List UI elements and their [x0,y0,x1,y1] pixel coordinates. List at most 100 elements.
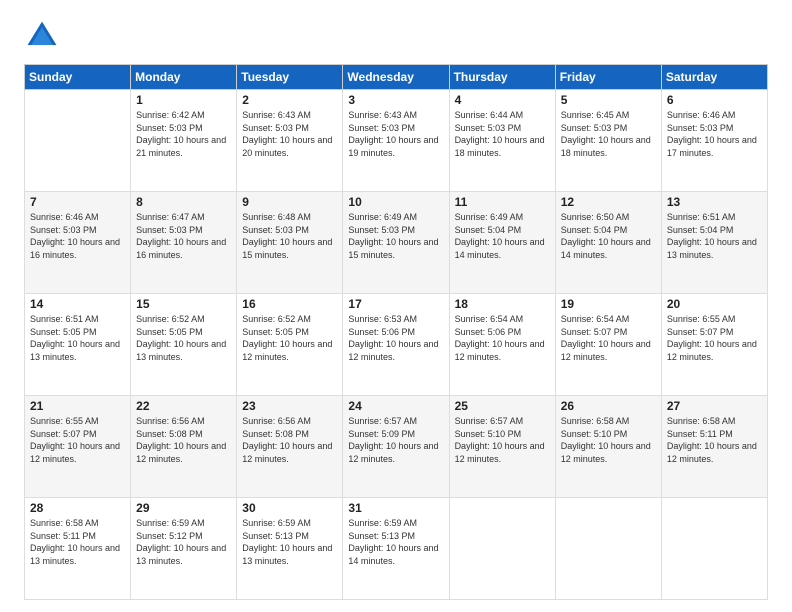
calendar-cell: 6Sunrise: 6:46 AMSunset: 5:03 PMDaylight… [661,90,767,192]
cell-sun-info: Sunrise: 6:46 AMSunset: 5:03 PMDaylight:… [30,211,125,261]
day-header-saturday: Saturday [661,65,767,90]
cell-sun-info: Sunrise: 6:59 AMSunset: 5:13 PMDaylight:… [348,517,443,567]
calendar-cell: 16 Sunrise: 6:52 AMSunset: 5:05 PMDayligh… [237,294,343,396]
cell-sun-info: Sunrise: 6:56 AMSunset: 5:08 PMDaylight:… [136,415,231,465]
cell-day-number: 24 [348,399,443,413]
calendar-cell: 12Sunrise: 6:50 AMSunset: 5:04 PMDayligh… [555,192,661,294]
cell-day-number: 19 [561,297,656,311]
cell-day-number: 14 [30,297,125,311]
calendar-cell: 7 Sunrise: 6:46 AMSunset: 5:03 PMDaylight… [25,192,131,294]
calendar-week-row: 14 Sunrise: 6:51 AMSunset: 5:05 PMDayligh… [25,294,768,396]
cell-sun-info: Sunrise: 6:45 AMSunset: 5:03 PMDaylight:… [561,109,656,159]
calendar-cell: 4 Sunrise: 6:44 AMSunset: 5:03 PMDaylight… [449,90,555,192]
cell-day-number: 17 [348,297,443,311]
header [24,18,768,54]
calendar-cell: 10 Sunrise: 6:49 AMSunset: 5:03 PMDayligh… [343,192,449,294]
calendar-cell: 27Sunrise: 6:58 AMSunset: 5:11 PMDayligh… [661,396,767,498]
cell-day-number: 18 [455,297,550,311]
cell-day-number: 26 [561,399,656,413]
calendar-cell: 11 Sunrise: 6:49 AMSunset: 5:04 PMDayligh… [449,192,555,294]
cell-day-number: 15 [136,297,231,311]
cell-day-number: 5 [561,93,656,107]
day-header-wednesday: Wednesday [343,65,449,90]
cell-day-number: 21 [30,399,125,413]
calendar-cell: 14 Sunrise: 6:51 AMSunset: 5:05 PMDayligh… [25,294,131,396]
cell-day-number: 31 [348,501,443,515]
calendar-week-row: 7 Sunrise: 6:46 AMSunset: 5:03 PMDaylight… [25,192,768,294]
cell-day-number: 25 [455,399,550,413]
calendar-cell [25,90,131,192]
cell-day-number: 13 [667,195,762,209]
cell-sun-info: Sunrise: 6:46 AMSunset: 5:03 PMDaylight:… [667,109,762,159]
cell-day-number: 4 [455,93,550,107]
logo-icon [24,18,60,54]
calendar-table: SundayMondayTuesdayWednesdayThursdayFrid… [24,64,768,600]
cell-day-number: 29 [136,501,231,515]
cell-day-number: 30 [242,501,337,515]
calendar-week-row: 28 Sunrise: 6:58 AMSunset: 5:11 PMDayligh… [25,498,768,600]
cell-sun-info: Sunrise: 6:58 AMSunset: 5:10 PMDaylight:… [561,415,656,465]
cell-day-number: 20 [667,297,762,311]
cell-sun-info: Sunrise: 6:54 AMSunset: 5:06 PMDaylight:… [455,313,550,363]
calendar-cell: 29 Sunrise: 6:59 AMSunset: 5:12 PMDayligh… [131,498,237,600]
cell-sun-info: Sunrise: 6:43 AMSunset: 5:03 PMDaylight:… [242,109,337,159]
calendar-cell: 22 Sunrise: 6:56 AMSunset: 5:08 PMDayligh… [131,396,237,498]
cell-sun-info: Sunrise: 6:52 AMSunset: 5:05 PMDaylight:… [136,313,231,363]
calendar-cell: 15 Sunrise: 6:52 AMSunset: 5:05 PMDayligh… [131,294,237,396]
cell-sun-info: Sunrise: 6:56 AMSunset: 5:08 PMDaylight:… [242,415,337,465]
cell-sun-info: Sunrise: 6:58 AMSunset: 5:11 PMDaylight:… [30,517,125,567]
calendar-cell: 23Sunrise: 6:56 AMSunset: 5:08 PMDayligh… [237,396,343,498]
calendar-header-row: SundayMondayTuesdayWednesdayThursdayFrid… [25,65,768,90]
cell-sun-info: Sunrise: 6:44 AMSunset: 5:03 PMDaylight:… [455,109,550,159]
calendar-cell: 20 Sunrise: 6:55 AMSunset: 5:07 PMDayligh… [661,294,767,396]
cell-day-number: 3 [348,93,443,107]
cell-sun-info: Sunrise: 6:55 AMSunset: 5:07 PMDaylight:… [667,313,762,363]
calendar-cell: 17 Sunrise: 6:53 AMSunset: 5:06 PMDayligh… [343,294,449,396]
cell-sun-info: Sunrise: 6:47 AMSunset: 5:03 PMDaylight:… [136,211,231,261]
calendar-cell: 28 Sunrise: 6:58 AMSunset: 5:11 PMDayligh… [25,498,131,600]
cell-day-number: 2 [242,93,337,107]
day-header-sunday: Sunday [25,65,131,90]
cell-day-number: 22 [136,399,231,413]
day-header-tuesday: Tuesday [237,65,343,90]
cell-sun-info: Sunrise: 6:52 AMSunset: 5:05 PMDaylight:… [242,313,337,363]
calendar-week-row: 1 Sunrise: 6:42 AMSunset: 5:03 PMDaylight… [25,90,768,192]
cell-sun-info: Sunrise: 6:53 AMSunset: 5:06 PMDaylight:… [348,313,443,363]
cell-day-number: 16 [242,297,337,311]
cell-day-number: 9 [242,195,337,209]
calendar-cell: 3 Sunrise: 6:43 AMSunset: 5:03 PMDaylight… [343,90,449,192]
calendar-cell: 30 Sunrise: 6:59 AMSunset: 5:13 PMDayligh… [237,498,343,600]
cell-sun-info: Sunrise: 6:49 AMSunset: 5:03 PMDaylight:… [348,211,443,261]
calendar-cell: 13Sunrise: 6:51 AMSunset: 5:04 PMDayligh… [661,192,767,294]
calendar-cell: 31 Sunrise: 6:59 AMSunset: 5:13 PMDayligh… [343,498,449,600]
cell-day-number: 11 [455,195,550,209]
cell-sun-info: Sunrise: 6:59 AMSunset: 5:13 PMDaylight:… [242,517,337,567]
cell-sun-info: Sunrise: 6:55 AMSunset: 5:07 PMDaylight:… [30,415,125,465]
cell-day-number: 28 [30,501,125,515]
cell-sun-info: Sunrise: 6:59 AMSunset: 5:12 PMDaylight:… [136,517,231,567]
cell-day-number: 7 [30,195,125,209]
cell-day-number: 10 [348,195,443,209]
calendar-week-row: 21 Sunrise: 6:55 AMSunset: 5:07 PMDayligh… [25,396,768,498]
calendar-cell: 26 Sunrise: 6:58 AMSunset: 5:10 PMDayligh… [555,396,661,498]
cell-sun-info: Sunrise: 6:57 AMSunset: 5:10 PMDaylight:… [455,415,550,465]
cell-sun-info: Sunrise: 6:57 AMSunset: 5:09 PMDaylight:… [348,415,443,465]
calendar-cell [555,498,661,600]
calendar-cell: 21 Sunrise: 6:55 AMSunset: 5:07 PMDayligh… [25,396,131,498]
cell-day-number: 27 [667,399,762,413]
calendar-cell: 1 Sunrise: 6:42 AMSunset: 5:03 PMDaylight… [131,90,237,192]
calendar-cell [661,498,767,600]
calendar-cell: 18 Sunrise: 6:54 AMSunset: 5:06 PMDayligh… [449,294,555,396]
cell-sun-info: Sunrise: 6:48 AMSunset: 5:03 PMDaylight:… [242,211,337,261]
cell-day-number: 1 [136,93,231,107]
day-header-thursday: Thursday [449,65,555,90]
cell-sun-info: Sunrise: 6:51 AMSunset: 5:05 PMDaylight:… [30,313,125,363]
cell-sun-info: Sunrise: 6:49 AMSunset: 5:04 PMDaylight:… [455,211,550,261]
calendar-cell: 2 Sunrise: 6:43 AMSunset: 5:03 PMDaylight… [237,90,343,192]
calendar-cell: 24 Sunrise: 6:57 AMSunset: 5:09 PMDayligh… [343,396,449,498]
calendar-cell [449,498,555,600]
cell-sun-info: Sunrise: 6:42 AMSunset: 5:03 PMDaylight:… [136,109,231,159]
cell-day-number: 8 [136,195,231,209]
cell-sun-info: Sunrise: 6:43 AMSunset: 5:03 PMDaylight:… [348,109,443,159]
cell-sun-info: Sunrise: 6:54 AMSunset: 5:07 PMDaylight:… [561,313,656,363]
